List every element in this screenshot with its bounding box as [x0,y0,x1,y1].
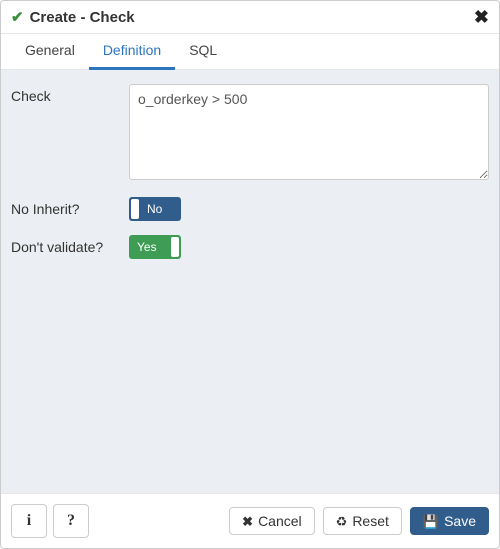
row-no-inherit: No Inherit? No [11,197,489,221]
tabs: General Definition SQL [1,34,499,70]
toggle-knob [171,237,179,257]
toggle-knob [131,199,139,219]
info-icon: i [27,513,31,529]
help-button[interactable]: ? [53,504,89,538]
reset-label: Reset [352,514,389,528]
dialog-header: ✔ Create - Check ✖ [1,1,499,34]
dialog-title: Create - Check [30,9,474,26]
tab-general[interactable]: General [11,34,89,70]
dialog-body: Check No Inherit? No Don't validate? Yes [1,70,499,493]
info-button[interactable]: i [11,504,47,538]
footer-left: i ? [11,504,89,538]
cancel-icon: ✖ [242,515,253,528]
check-input[interactable] [129,84,489,180]
label-check: Check [11,84,129,104]
save-icon: 💾 [423,515,439,528]
dialog-footer: i ? ✖ Cancel ♻ Reset 💾 Save [1,493,499,548]
row-dont-validate: Don't validate? Yes [11,235,489,259]
toggle-dont-validate-state: Yes [137,240,157,254]
label-no-inherit: No Inherit? [11,201,129,217]
toggle-no-inherit[interactable]: No [129,197,181,221]
toggle-dont-validate[interactable]: Yes [129,235,181,259]
label-dont-validate: Don't validate? [11,239,129,255]
tab-definition[interactable]: Definition [89,34,175,70]
save-label: Save [444,514,476,528]
cancel-button[interactable]: ✖ Cancel [229,507,315,535]
cancel-label: Cancel [258,514,302,528]
save-button[interactable]: 💾 Save [410,507,489,535]
help-icon: ? [67,513,75,529]
toggle-no-inherit-state: No [147,202,162,216]
row-check: Check [11,84,489,183]
reset-button[interactable]: ♻ Reset [323,507,402,535]
footer-right: ✖ Cancel ♻ Reset 💾 Save [229,507,489,535]
create-check-dialog: ✔ Create - Check ✖ General Definition SQ… [0,0,500,549]
reset-icon: ♻ [336,515,348,528]
tab-sql[interactable]: SQL [175,34,231,70]
check-icon: ✔ [11,8,24,26]
close-icon[interactable]: ✖ [474,8,489,26]
